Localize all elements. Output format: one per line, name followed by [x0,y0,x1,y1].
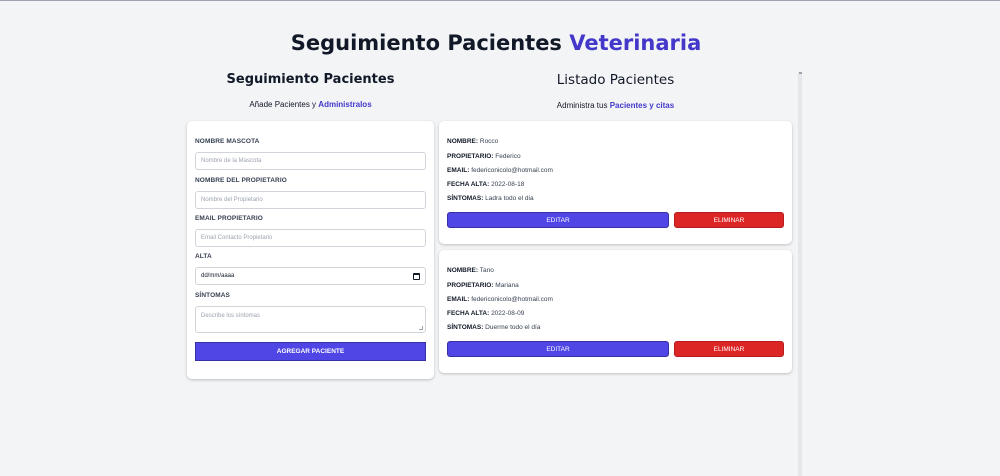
patient-owner-value: Mariana [495,282,519,289]
patient-name-label: Nombre: [447,138,479,145]
patient-email-row: Email: federiconicolo@hotmail.com [447,167,553,174]
patient-owner-label: Propietario: [447,153,494,160]
form-section-subtitle: Añade Pacientes y Administralos [187,100,434,109]
owner-name-input[interactable]: Nombre del Propietario [195,191,426,209]
patient-date-label: Fecha Alta: [447,181,490,188]
page-title-accent: Veterinaria [569,31,702,55]
delete-button[interactable]: Eliminar [674,212,784,228]
page-title-main: Seguimiento Pacientes [290,31,562,55]
patient-symptoms-row: Síntomas: Ladra todo el dia [447,195,534,202]
form-section-header: Seguimiento Pacientes Añade Pacientes y … [187,72,434,109]
add-patient-button[interactable]: Agregar Paciente [195,342,426,361]
patient-name-row: Nombre: Rocco [447,138,498,145]
list-subtitle-text: Administra tus [556,101,608,110]
form-section-title: Seguimiento Pacientes [226,72,395,87]
symptoms-placeholder: Describe los síntomas [201,313,261,319]
patient-card: Nombre: Tano Propietario: Mariana Email:… [439,250,792,373]
form-subtitle-text: Añade Pacientes y [249,100,317,109]
owner-email-input[interactable]: Email Contacto Propietario [195,229,426,247]
patient-form: Nombre Mascota Nombre de la Mascota Nomb… [187,121,434,379]
list-subtitle-accent: Pacientes y citas [609,101,675,110]
patient-owner-label: Propietario: [447,282,494,289]
patient-name-value: Rocco [479,138,499,145]
patient-owner-value: Federico [495,153,521,160]
edit-button[interactable]: Editar [447,341,669,357]
patient-owner-row: Propietario: Federico [447,153,521,160]
patient-name-row: Nombre: Tano [447,267,494,274]
patient-name-value: Tano [479,267,494,274]
window-top-border [0,0,1000,1]
list-section-header: Listado Pacientes Administra tus Pacient… [439,72,792,110]
page-title: Seguimiento Pacientes Veterinaria [0,31,992,55]
calendar-icon[interactable] [413,272,420,280]
patient-symptoms-row: Síntomas: Duerme todo el día [447,324,540,331]
patient-date-label: Fecha Alta: [447,310,490,317]
date-input[interactable]: dd/mm/aaaa [195,267,426,285]
pet-name-field: Nombre Mascota Nombre de la Mascota [195,138,426,170]
patient-email-label: Email: [447,296,470,303]
owner-email-field: Email Propietario Email Contacto Propiet… [195,215,426,247]
patient-email-value: federiconicolo@hotmail.com [471,296,553,303]
symptoms-label: Síntomas [195,292,230,299]
patient-date-value: 2022-08-18 [491,181,525,188]
patient-symptoms-label: Síntomas: [447,195,484,202]
symptoms-textarea[interactable]: Describe los síntomas [195,306,426,333]
list-section-subtitle: Administra tus Pacientes y citas [439,101,792,110]
edit-button[interactable]: Editar [447,212,669,228]
patient-email-row: Email: federiconicolo@hotmail.com [447,296,553,303]
patient-card: Nombre: Rocco Propietario: Federico Emai… [439,121,792,244]
pet-name-input[interactable]: Nombre de la Mascota [195,152,426,170]
patient-symptoms-value: Ladra todo el dia [485,195,534,202]
patient-date-row: Fecha Alta: 2022-08-18 [447,181,524,188]
patient-date-row: Fecha Alta: 2022-08-09 [447,310,524,317]
patient-email-label: Email: [447,167,470,174]
date-input-value: dd/mm/aaaa [201,273,235,279]
owner-email-label: Email Propietario [195,215,263,222]
patient-name-label: Nombre: [447,267,479,274]
patient-symptoms-value: Duerme todo el día [485,324,541,331]
patient-date-value: 2022-08-09 [491,310,525,317]
owner-name-label: Nombre del Propietario [195,177,287,184]
date-field: Alta dd/mm/aaaa [195,253,426,285]
date-label: Alta [195,253,212,260]
symptoms-field: Síntomas Describe los síntomas [195,292,426,333]
delete-button[interactable]: Eliminar [674,341,784,357]
page-scrollbar[interactable] [798,72,802,476]
pet-name-label: Nombre Mascota [195,138,260,145]
patient-owner-row: Propietario: Mariana [447,282,519,289]
patient-symptoms-label: Síntomas: [447,324,484,331]
owner-name-field: Nombre del Propietario Nombre del Propie… [195,177,426,209]
list-section-title: Listado Pacientes [556,72,675,88]
resize-handle-icon[interactable] [419,326,423,330]
form-subtitle-accent: Administralos [318,100,372,109]
patient-email-value: federiconicolo@hotmail.com [471,167,553,174]
